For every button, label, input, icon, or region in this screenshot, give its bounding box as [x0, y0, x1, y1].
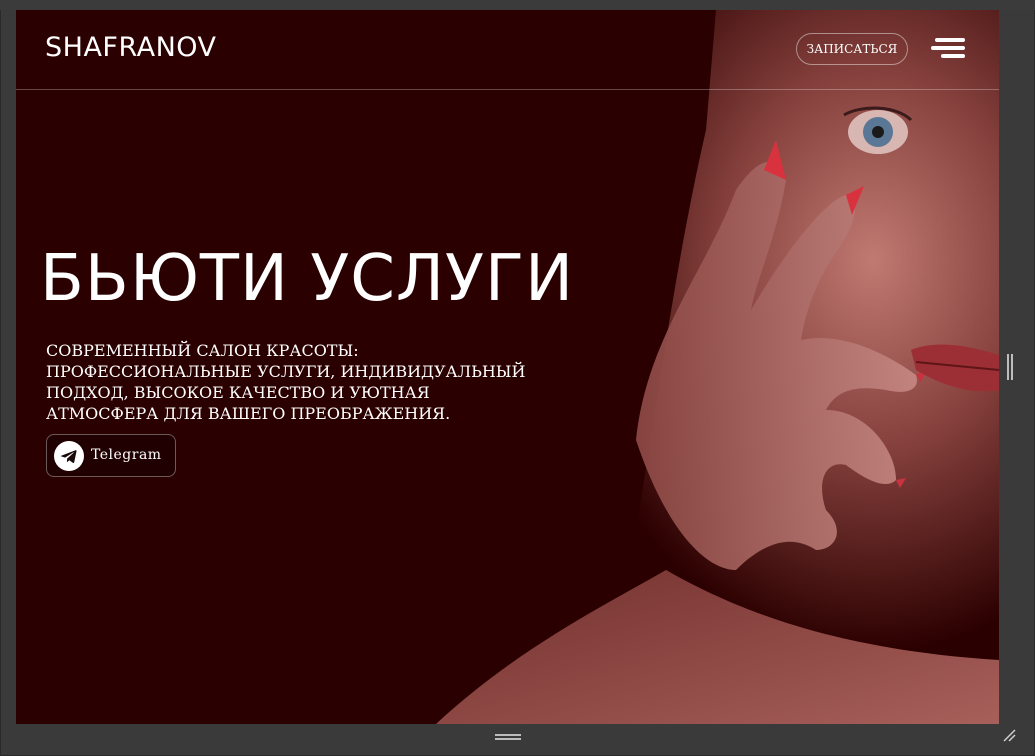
menu-bar-bottom [941, 54, 965, 58]
frame-top-edge [0, 0, 1035, 10]
book-appointment-button[interactable]: ЗАПИСАТЬСЯ [796, 33, 908, 65]
telegram-label: Telegram [91, 447, 162, 463]
hero-title: БЬЮТИ УСЛУГИ [40, 242, 574, 316]
vertical-resize-grip[interactable] [1007, 354, 1013, 380]
telegram-icon [54, 441, 84, 471]
grip-line [1007, 354, 1009, 380]
resize-corner-icon[interactable] [1001, 727, 1017, 743]
grip-line [1011, 354, 1013, 380]
hamburger-menu-icon[interactable] [931, 36, 965, 60]
page-viewport: SHAFRANOV ЗАПИСАТЬСЯ БЬЮТИ УСЛУГИ СОВРЕМ… [16, 10, 999, 724]
hero-description: СОВРЕМЕННЫЙ САЛОН КРАСОТЫ: ПРОФЕССИОНАЛЬ… [46, 341, 526, 423]
brand-logo[interactable]: SHAFRANOV [45, 32, 217, 63]
grip-line [495, 734, 521, 736]
grip-line [495, 738, 521, 740]
menu-bar-middle [931, 46, 965, 50]
site-header: SHAFRANOV ЗАПИСАТЬСЯ [16, 10, 999, 90]
menu-bar-top [935, 38, 965, 42]
horizontal-resize-grip[interactable] [495, 733, 521, 740]
telegram-button[interactable]: Telegram [46, 434, 176, 477]
